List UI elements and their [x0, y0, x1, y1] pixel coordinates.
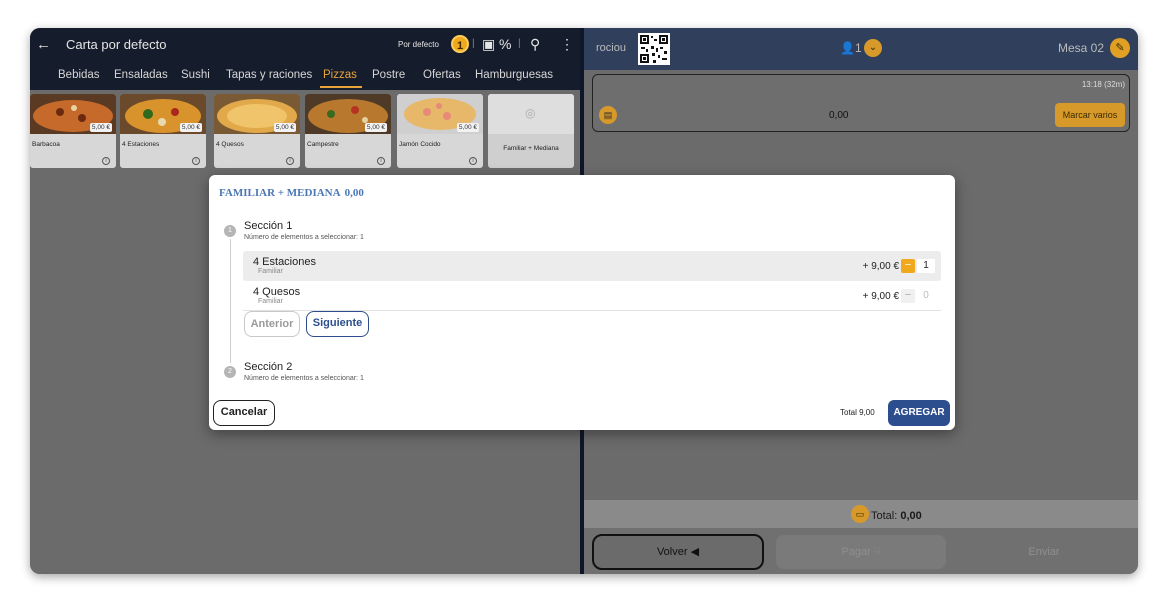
reply-icon: ◀	[690, 546, 700, 558]
qr-code-icon[interactable]	[638, 33, 670, 65]
category-tabs: Bebidas Ensaladas Sushi Tapas y raciones…	[30, 64, 580, 90]
section-subtitle: Número de elementos a seleccionar: 1	[244, 234, 364, 241]
send-button[interactable]: Enviar	[984, 535, 1104, 569]
dialog-title: FAMILIAR + MEDIANA 0,00	[219, 187, 364, 199]
dialog-title-text: FAMILIAR + MEDIANA	[219, 187, 341, 199]
option-item[interactable]: 4 Quesos Familiar + 9,00 € − 0	[243, 281, 941, 311]
calculator-icon[interactable]: ▣	[482, 36, 495, 53]
option-name: 4 Estaciones	[253, 256, 316, 268]
product-price: 5,00 €	[364, 123, 387, 132]
tab-ensaladas[interactable]: Ensaladas	[114, 69, 168, 81]
tab-hamburguesas[interactable]: Hamburguesas	[475, 69, 553, 81]
product-price: 5,00 €	[273, 123, 296, 132]
mark-several-button[interactable]: Marcar varios	[1055, 103, 1125, 127]
tab-sushi[interactable]: Sushi	[181, 69, 210, 81]
tab-bebidas[interactable]: Bebidas	[58, 69, 100, 81]
total-label: Total: 0,00	[871, 510, 922, 522]
product-price: 5,00 €	[89, 123, 112, 132]
arrow-left-icon[interactable]: ←	[36, 36, 51, 53]
decrement-button[interactable]: −	[901, 289, 915, 303]
order-amount: 0,00	[829, 110, 849, 121]
option-item[interactable]: 4 Estaciones Familiar + 9,00 € − 1	[243, 251, 941, 281]
product-name: Familiar + Mediana	[503, 145, 559, 152]
action-bar: Volver ◀ Pagar ☟ Enviar	[584, 528, 1138, 574]
separator: |	[472, 38, 475, 49]
diners-value: 1	[854, 41, 862, 55]
cancel-button[interactable]: Cancelar	[213, 400, 275, 426]
diners-count[interactable]: 👤1	[840, 41, 862, 55]
decrement-button[interactable]: −	[901, 259, 915, 273]
percent-icon[interactable]: %	[499, 36, 511, 52]
table-name: Mesa 02	[1057, 41, 1104, 55]
option-quantity[interactable]: 1	[917, 259, 935, 273]
coin-badge[interactable]: 1	[451, 35, 469, 53]
product-card[interactable]: 5,00 € Jamón Cocido i	[397, 94, 483, 168]
info-icon[interactable]: i	[377, 157, 385, 165]
back-label: Volver	[656, 546, 688, 558]
product-card[interactable]: 5,00 € Campestre i	[305, 94, 391, 168]
product-name: 4 Estaciones	[122, 141, 160, 148]
step-indicator: 1	[224, 225, 236, 237]
chevron-down-icon[interactable]: ⌄	[864, 39, 882, 57]
section-subtitle: Número de elementos a seleccionar: 1	[244, 375, 364, 382]
cash-icon: ▭	[851, 505, 869, 523]
pay-button[interactable]: Pagar ☟	[776, 535, 946, 569]
info-icon[interactable]: i	[469, 157, 477, 165]
info-icon[interactable]: i	[102, 157, 110, 165]
note-icon[interactable]: ▤	[599, 106, 617, 124]
step-indicator: 2	[224, 366, 236, 378]
more-vertical-icon[interactable]: ⋮	[560, 36, 574, 53]
tab-ofertas[interactable]: Ofertas	[423, 69, 461, 81]
product-name: Jamón Cocido	[399, 141, 441, 148]
back-button[interactable]: Volver ◀	[592, 534, 764, 570]
order-time: 13:18 (32m)	[1081, 80, 1125, 89]
product-card[interactable]: 5,00 € Barbacoa i	[30, 94, 116, 168]
option-name: 4 Quesos	[253, 286, 301, 298]
product-price: 5,00 €	[179, 123, 202, 132]
default-label[interactable]: Por defecto	[398, 40, 439, 49]
section-title: Sección 1	[244, 220, 293, 232]
option-sub: Familiar	[258, 298, 283, 305]
product-name: Campestre	[307, 141, 339, 148]
active-tab-indicator	[320, 86, 362, 88]
dialog-title-value: 0,00	[344, 187, 364, 199]
total-bar: ▭ Total: 0,00	[584, 500, 1138, 528]
dialog-total: Total 9,00	[840, 408, 875, 417]
total-text: Total:	[871, 510, 898, 522]
order-box: 13:18 (32m) ▤ 0,00 Marcar varios	[592, 74, 1130, 132]
product-price: 5,00 €	[456, 123, 479, 132]
info-icon[interactable]: i	[192, 157, 200, 165]
product-name: Barbacoa	[32, 141, 60, 148]
pay-label: Pagar	[841, 546, 871, 558]
product-options-dialog: FAMILIAR + MEDIANA 0,00 1 Sección 1 Númer…	[209, 175, 955, 430]
hand-icon: ☟	[873, 546, 881, 558]
tab-postre[interactable]: Postre	[372, 69, 405, 81]
order-header: rociou 👤1 ⌄ Mesa 02 ✎	[584, 28, 1138, 70]
separator: |	[518, 38, 521, 49]
info-icon[interactable]: i	[286, 157, 294, 165]
option-quantity[interactable]: 0	[917, 289, 935, 303]
menu-header: ← Carta por defecto Por defecto 1 | ▣ % …	[30, 28, 580, 64]
user-name: rociou	[596, 42, 626, 54]
tab-tapas[interactable]: Tapas y raciones	[226, 69, 312, 81]
previous-button[interactable]: Anterior	[244, 311, 300, 337]
add-button[interactable]: AGREGAR	[888, 400, 950, 426]
edit-icon[interactable]: ✎	[1110, 38, 1130, 58]
option-sub: Familiar	[258, 268, 283, 275]
next-button[interactable]: Siguiente	[306, 311, 369, 337]
camera-icon: ◎	[525, 106, 536, 120]
total-value: 0,00	[900, 510, 922, 522]
product-card[interactable]: 5,00 € 4 Quesos i	[214, 94, 300, 168]
product-card[interactable]: ◎ Familiar + Mediana	[488, 94, 574, 168]
menu-title: Carta por defecto	[66, 37, 167, 52]
step-line	[230, 239, 231, 363]
tab-pizzas[interactable]: Pizzas	[323, 69, 357, 81]
search-icon[interactable]: ⚲	[530, 36, 540, 53]
product-name: 4 Quesos	[216, 141, 244, 148]
section-title: Sección 2	[244, 361, 293, 373]
option-price: + 9,00 €	[862, 261, 899, 272]
product-card[interactable]: 5,00 € 4 Estaciones i	[120, 94, 206, 168]
option-price: + 9,00 €	[862, 291, 899, 302]
